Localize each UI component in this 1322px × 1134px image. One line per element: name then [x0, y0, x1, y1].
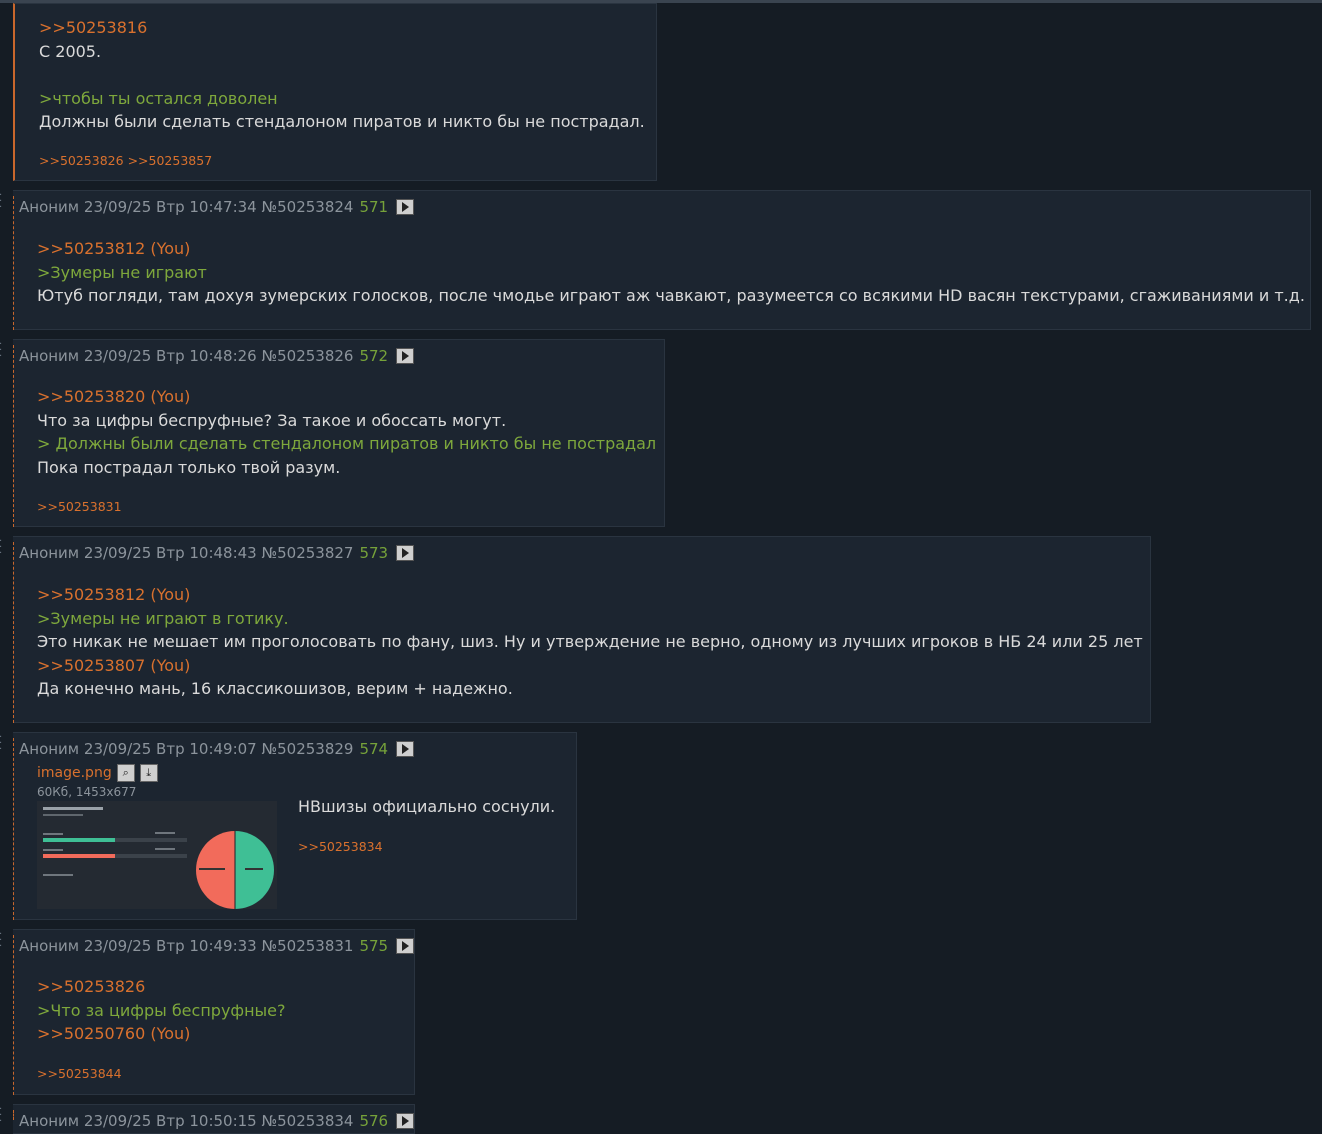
post-line[interactable]: >>50253812 (You) — [37, 583, 1143, 607]
post-dash-border — [13, 1110, 14, 1120]
post-body: >>50253820 (You) Что за цифры беспруфные… — [37, 385, 656, 479]
play-icon[interactable] — [396, 741, 415, 757]
play-icon[interactable] — [396, 545, 415, 561]
post-dash-border — [13, 196, 14, 330]
file-name[interactable]: image.png — [37, 765, 112, 781]
play-icon[interactable] — [396, 938, 415, 954]
post-line[interactable]: >>50253816 — [39, 16, 645, 40]
post-id[interactable]: №50253834 — [262, 1112, 354, 1130]
post: · ·· Аноним 23/09/25 Втр 10:47:34 №50253… — [0, 190, 1311, 330]
post: · ·· Аноним 23/09/25 Втр 10:48:43 №50253… — [0, 536, 1151, 723]
post-date: 23/09/25 Втр 10:49:07 — [83, 740, 257, 758]
post-date: 23/09/25 Втр 10:49:33 — [83, 937, 257, 955]
post-dots: · ·· — [0, 930, 11, 952]
post-id[interactable]: №50253827 — [262, 544, 354, 562]
post-dots: · ·· — [0, 733, 11, 755]
post-header: Аноним 23/09/25 Втр 10:48:43 №50253827 57… — [19, 544, 415, 562]
post-body: НВшизы официально соснули. — [298, 795, 555, 819]
post-dash-border — [13, 935, 14, 1095]
post-line[interactable]: >>50253807 (You) — [37, 654, 1143, 678]
post-line: Что за цифры беспруфные? За такое и обос… — [37, 410, 507, 430]
post-dots: · ·· — [0, 340, 11, 362]
post: · ·· Аноним 23/09/25 Втр 10:49:07 №50253… — [0, 732, 577, 920]
post-line: Это никак не мешает им проголосовать по … — [37, 632, 1143, 651]
post-line[interactable]: >>50250760 (You) — [37, 1022, 286, 1046]
post-number: 575 — [359, 937, 389, 955]
post-id[interactable]: №50253824 — [262, 198, 354, 216]
post-body: >>50253812 (You) >Зумеры не играют в гот… — [37, 583, 1143, 701]
post-id[interactable]: №50253831 — [262, 937, 354, 955]
post-header: Аноним 23/09/25 Втр 10:49:33 №50253831 57… — [19, 937, 415, 955]
post-date: 23/09/25 Втр 10:48:43 — [83, 544, 257, 562]
play-icon[interactable] — [396, 199, 415, 215]
post-line[interactable]: >>50253826 — [37, 975, 286, 999]
post-line: >Что за цифры беспруфные? — [37, 1000, 286, 1020]
post-line: Должны были сделать стендалоном пиратов … — [39, 112, 645, 131]
post-date: 23/09/25 Втр 10:50:15 — [83, 1112, 257, 1130]
play-icon[interactable] — [396, 348, 415, 364]
file-meta: 60Кб, 1453x677 — [37, 785, 137, 799]
post-number: 574 — [359, 740, 389, 758]
post-line: >Зумеры не играют в готику. — [37, 608, 289, 628]
post-line: Пока пострадал только твой разум. — [37, 457, 341, 477]
post-line: Ютуб погляди, там дохуя зумерских голоск… — [37, 286, 1305, 305]
post-replies: >>50253826 >>50253857 — [39, 153, 216, 168]
post-line: С 2005. — [39, 41, 102, 61]
post-line: >Зумеры не играют — [37, 262, 207, 282]
post-body: >>50253826 >Что за цифры беспруфные? >>5… — [37, 975, 286, 1046]
post: · ·· Аноним 23/09/25 Втр 10:49:33 №50253… — [0, 929, 415, 1095]
post-dots: · ·· — [0, 537, 11, 559]
post-dots: · ·· — [0, 1105, 11, 1127]
post-header: Аноним 23/09/25 Втр 10:47:34 №50253824 57… — [19, 198, 415, 216]
play-icon[interactable] — [396, 1113, 415, 1129]
reply-link[interactable]: >>50253831 — [37, 499, 122, 514]
reply-link[interactable]: >>50253826 — [39, 153, 124, 168]
thumbnail-image — [37, 801, 277, 909]
post-number: 576 — [359, 1112, 389, 1130]
search-icon[interactable]: ⌕ — [116, 764, 135, 782]
post-author: Аноним — [19, 198, 80, 216]
post-line: > Должны были сделать стендалоном пирато… — [37, 434, 657, 453]
post-author: Аноним — [19, 937, 80, 955]
post-number: 572 — [359, 347, 389, 365]
post-number: 573 — [359, 544, 389, 562]
post-header: Аноним 23/09/25 Втр 10:50:15 №50253834 57… — [19, 1112, 415, 1130]
post-line: НВшизы официально соснули. — [298, 797, 556, 816]
post-author: Аноним — [19, 740, 80, 758]
post-dash-border — [13, 542, 14, 723]
post-line[interactable]: >>50253812 (You) — [37, 237, 1305, 261]
post-id[interactable]: №50253829 — [262, 740, 354, 758]
post-date: 23/09/25 Втр 10:47:34 — [83, 198, 257, 216]
reply-link[interactable]: >>50253844 — [37, 1066, 122, 1081]
download-icon[interactable]: ⤓ — [139, 764, 158, 782]
post-dots: · ·· — [0, 191, 11, 213]
post-header: Аноним 23/09/25 Втр 10:49:07 №50253829 57… — [19, 740, 415, 758]
image-thumbnail[interactable] — [37, 801, 277, 909]
post-author: Аноним — [19, 544, 80, 562]
post-body: >>50253816 С 2005. >чтобы ты остался дов… — [39, 16, 645, 134]
reply-link[interactable]: >>50253857 — [128, 153, 213, 168]
file-info: image.png ⌕ ⤓ — [37, 764, 158, 782]
reply-link[interactable]: >>50253834 — [298, 839, 383, 854]
post-id[interactable]: №50253826 — [262, 347, 354, 365]
post-line: >чтобы ты остался доволен — [39, 88, 278, 108]
post-number: 571 — [359, 198, 389, 216]
post-replies: >>50253831 — [37, 499, 126, 514]
post-line: Да конечно мань, 16 классикошизов, верим… — [37, 679, 513, 698]
post-replies: >>50253834 — [298, 839, 387, 854]
post-header: Аноним 23/09/25 Втр 10:48:26 №50253826 57… — [19, 347, 415, 365]
post-replies: >>50253844 — [37, 1066, 126, 1081]
post: >>50253816 С 2005. >чтобы ты остался дов… — [13, 3, 657, 181]
post-body: >>50253812 (You) >Зумеры не играют Ютуб … — [37, 237, 1305, 308]
post-author: Аноним — [19, 1112, 80, 1130]
post-line[interactable]: >>50253820 (You) — [37, 385, 656, 409]
post-dash-border — [13, 345, 14, 527]
post: · ·· Аноним 23/09/25 Втр 10:48:26 №50253… — [0, 339, 665, 527]
post: · ·· Аноним 23/09/25 Втр 10:50:15 №50253… — [0, 1104, 415, 1134]
post-line — [39, 63, 645, 87]
post-date: 23/09/25 Втр 10:48:26 — [83, 347, 257, 365]
post-author: Аноним — [19, 347, 80, 365]
post-dash-border — [13, 738, 14, 920]
